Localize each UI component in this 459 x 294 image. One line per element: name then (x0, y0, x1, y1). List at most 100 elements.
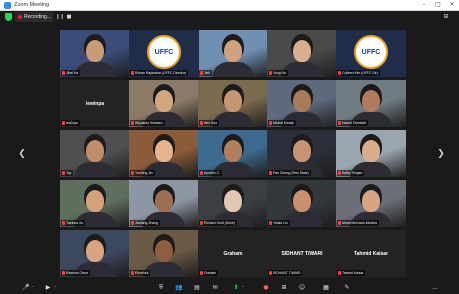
participant-tile[interactable]: Pan Zhang (Ohio State) (267, 130, 337, 177)
next-page-arrow-icon[interactable]: ❯ (437, 148, 445, 160)
participant-tile[interactable]: Hamid Farmbeh (336, 80, 406, 127)
zoom-window: Zoom Meeting – □ ✕ Recording... ❙❙ ■ ⊞ ❮… (0, 0, 459, 294)
meeting-info-shield-icon[interactable] (5, 13, 12, 21)
audio-options-caret-icon[interactable]: ⌃ (30, 282, 36, 293)
video-options-caret-icon[interactable]: ⌃ (52, 282, 58, 293)
participant-tile[interactable]: Tay (60, 130, 130, 177)
participants-button[interactable]: 👥 (172, 282, 186, 293)
participant-name-label: Graham (204, 271, 217, 275)
whiteboard-button[interactable]: ✎ (340, 282, 354, 293)
mic-muted-icon (62, 271, 65, 275)
mic-muted-icon (338, 221, 341, 225)
mic-muted-icon (200, 221, 203, 225)
participant-name-plate: Hamid Farmbeh (337, 120, 369, 126)
participant-silhouette (86, 190, 104, 212)
title-bar: Zoom Meeting – □ ✕ (0, 0, 459, 11)
participant-tile[interactable]: iewinpa iewinpa (60, 80, 130, 127)
mic-muted-icon (269, 171, 272, 175)
participant-tile[interactable]: UFFC Rohan Rajasekar (UFFC Director) (129, 30, 199, 77)
participant-silhouette (86, 40, 104, 62)
window-title: Zoom Meeting (14, 2, 50, 8)
participant-tile[interactable]: Rasmus Olson (60, 230, 130, 277)
ufc-logo-icon: UFFC (354, 35, 388, 69)
participant-tile[interactable]: Tianhua Xu (60, 180, 130, 227)
more-options-button[interactable]: … (428, 282, 442, 293)
participant-name-label: Pan Zhang (Ohio State) (273, 171, 309, 175)
participant-tile[interactable]: Jieli (198, 30, 268, 77)
mic-muted-icon (62, 71, 65, 75)
participant-tile[interactable]: SIDHANT TIWARI SIDHANT TIWARI (267, 230, 337, 277)
participant-name-plate: Jihei Ha (61, 70, 81, 76)
participant-name-plate: Yixiao Liu (268, 220, 290, 226)
participant-name-label: Tay (66, 171, 72, 175)
participant-tile[interactable]: Michal Kiczak (267, 80, 337, 127)
participant-silhouette (155, 140, 173, 162)
previous-page-arrow-icon[interactable]: ❮ (18, 148, 26, 160)
participant-name-label: Colleen Kim (UFFC Dir) (342, 71, 378, 75)
participant-name-label: Eboehek (135, 271, 149, 275)
view-switch-button[interactable]: ⊞ (437, 12, 455, 22)
participant-name-plate: Richard Gold (Duke) (199, 220, 237, 226)
participant-tile[interactable]: Jihei Ha (60, 30, 130, 77)
recording-dot-icon (18, 15, 22, 19)
participant-silhouette (362, 190, 380, 212)
participant-tile[interactable]: Maria Mercado-Medina (336, 180, 406, 227)
participant-name-plate: Tay (61, 170, 74, 176)
participant-tile[interactable]: Graham Graham (198, 230, 268, 277)
mic-muted-icon (131, 271, 134, 275)
participant-name-plate: Eboehek (130, 270, 151, 276)
participant-tile[interactable]: UFFC Colleen Kim (UFFC Dir) (336, 30, 406, 77)
record-button[interactable]: ● (259, 282, 273, 293)
breakout-rooms-button[interactable]: ⊞ (277, 282, 291, 293)
participant-silhouette (362, 90, 380, 112)
participant-name-plate: Graham (199, 270, 219, 276)
mic-muted-icon (131, 71, 134, 75)
close-button[interactable]: ✕ (445, 0, 459, 10)
security-button[interactable]: ⛨ (154, 282, 168, 293)
participant-name-label: Yixiao Liu (273, 221, 288, 225)
ufc-logo-text: UFFC (361, 48, 381, 56)
participant-tile[interactable]: Wiyuanto Kinahen (129, 80, 199, 127)
maximize-button[interactable]: □ (431, 0, 445, 10)
participant-tile[interactable]: Eboehek (129, 230, 199, 277)
participant-name-plate: Colleen Kim (UFFC Dir) (337, 70, 380, 76)
participant-tile[interactable]: Apratim C. (198, 130, 268, 177)
ufc-logo-icon: UFFC (147, 35, 181, 69)
participant-tile[interactable]: Richard Gold (Duke) (198, 180, 268, 227)
mic-muted-icon (338, 171, 341, 175)
mic-muted-icon (131, 221, 134, 225)
meeting-top-strip: Recording... ❙❙ ■ ⊞ (0, 11, 459, 23)
participant-name-label: SIDHANT TIWARI (273, 271, 301, 275)
mic-muted-icon (269, 121, 272, 125)
participant-name-plate: Tahmid Kaisar (337, 270, 366, 276)
participant-silhouette (293, 40, 311, 62)
participant-name-label: Tianhua Xu (66, 221, 84, 225)
participant-silhouette (86, 140, 104, 162)
polls-button[interactable]: ▤ (190, 282, 204, 293)
minimize-button[interactable]: – (417, 0, 431, 10)
chat-button[interactable]: ✉ (208, 282, 222, 293)
participant-name-label: Wei Guo (204, 121, 218, 125)
participant-silhouette (293, 190, 311, 212)
participant-silhouette (224, 190, 242, 212)
participant-tile[interactable]: Yong Hu (267, 30, 337, 77)
participant-silhouette (293, 90, 311, 112)
participant-tile[interactable]: Tahmid Kaisar Tahmid Kaisar (336, 230, 406, 277)
participant-name-label: Maria Mercado-Medina (342, 221, 377, 225)
mic-muted-icon (338, 271, 341, 275)
participant-name-label: Jieli (204, 71, 210, 75)
participant-name-label: Yong Hu (273, 71, 286, 75)
share-options-caret-icon[interactable]: ⌃ (240, 282, 246, 293)
mic-muted-icon (269, 271, 272, 275)
participant-tile[interactable]: Kathy Ringen (336, 130, 406, 177)
stop-recording-button[interactable]: ■ (64, 12, 74, 22)
reactions-button[interactable]: ☺ (295, 282, 309, 293)
participant-tile[interactable]: Yixiao Liu (267, 180, 337, 227)
participant-name-label: Rasmus Olson (66, 271, 89, 275)
participant-tile[interactable]: Wei Guo (198, 80, 268, 127)
participant-name-plate: Jieli (199, 70, 212, 76)
participant-tile[interactable]: Jiuxiang Zhang (129, 180, 199, 227)
participant-name-label: Yunbing Jin (135, 171, 153, 175)
apps-button[interactable]: ▦ (319, 282, 333, 293)
participant-tile[interactable]: Yunbing Jin (129, 130, 199, 177)
